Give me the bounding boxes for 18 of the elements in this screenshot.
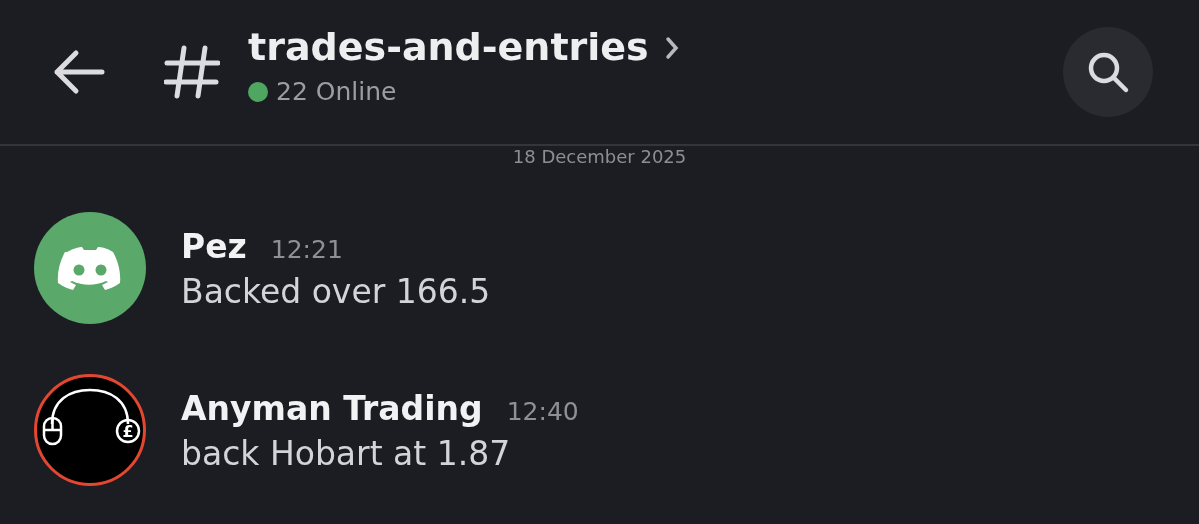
avatar[interactable]	[34, 212, 146, 324]
message-timestamp: 12:21	[270, 233, 343, 266]
message-timestamp: 12:40	[506, 395, 579, 428]
message-text: Backed over 166.5	[181, 271, 491, 314]
message-text: back Hobart at 1.87	[181, 433, 512, 476]
back-button[interactable]	[52, 49, 106, 95]
pound-sign: £	[122, 422, 134, 441]
date-divider: 18 December 2025	[512, 146, 687, 167]
hashtag-icon	[164, 45, 220, 99]
back-arrow-icon	[52, 49, 106, 95]
author-name[interactable]: Anyman Trading	[181, 383, 483, 434]
chevron-right-icon	[664, 36, 679, 61]
search-icon	[1086, 50, 1130, 94]
online-status-dot	[248, 81, 268, 102]
online-count: 22 Online	[276, 76, 397, 109]
channel-name[interactable]: trades-and-entries	[248, 27, 649, 70]
avatar[interactable]: £	[34, 374, 146, 486]
author-name[interactable]: Pez	[181, 221, 247, 272]
